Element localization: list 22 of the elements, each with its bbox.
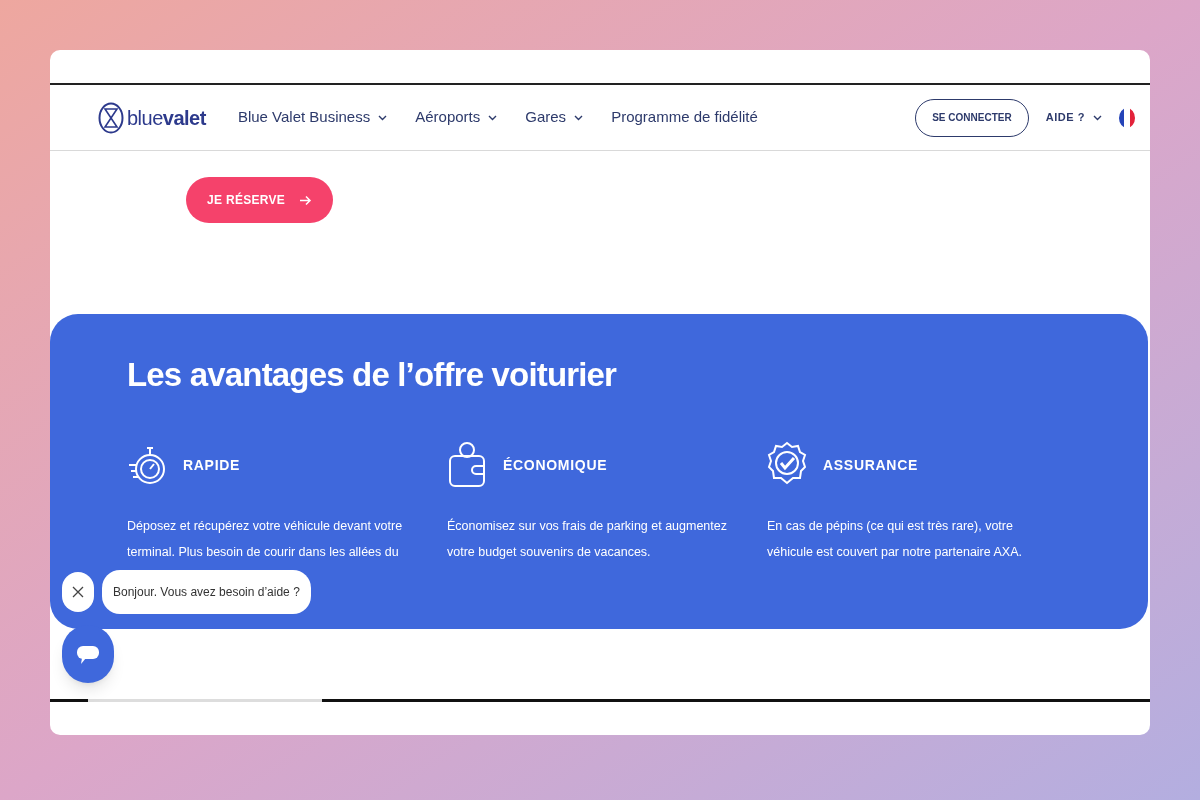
feature-description: Économisez sur vos frais de parking et augmentez votre budget souvenirs de vacances. [447,517,728,561]
logo-icon [98,101,124,134]
feature-description: En cas de pépins (ce qui est très rare), votre véhicule est couvert par notre partenaire AXA. [767,518,1023,561]
reserve-button[interactable]: JE RÉSERVE [186,177,334,223]
wallet-icon [447,440,487,490]
nav-link[interactable]: Blue Valet Business [237,106,388,129]
nav-link[interactable]: Gares [525,106,584,129]
nav-link[interactable]: Aéroports [415,106,498,129]
feature-description: Déposez et récupérez votre véhicule devant votre terminal. Plus besoin de courir dans les allées du [127,518,404,561]
logo-text: bluevalet [127,105,206,131]
feature-title: ÉCONOMIQUE [503,455,608,475]
feature-title: ASSURANCE [823,455,918,475]
nav-link[interactable]: Programme de fidélité [611,106,758,129]
chat-button[interactable] [62,625,114,683]
chat-message: Bonjour. Vous avez besoin d’aide ? [102,570,311,614]
arrow-right-icon [299,194,313,206]
section-title: Les avantages de l’offre voiturier [127,358,618,391]
help-menu[interactable]: AIDE ? [1045,109,1102,126]
flag-icon[interactable] [1118,107,1136,128]
feature-title: RAPIDE [183,455,241,475]
logo[interactable]: bluevalet [98,101,206,134]
close-icon [72,586,84,598]
